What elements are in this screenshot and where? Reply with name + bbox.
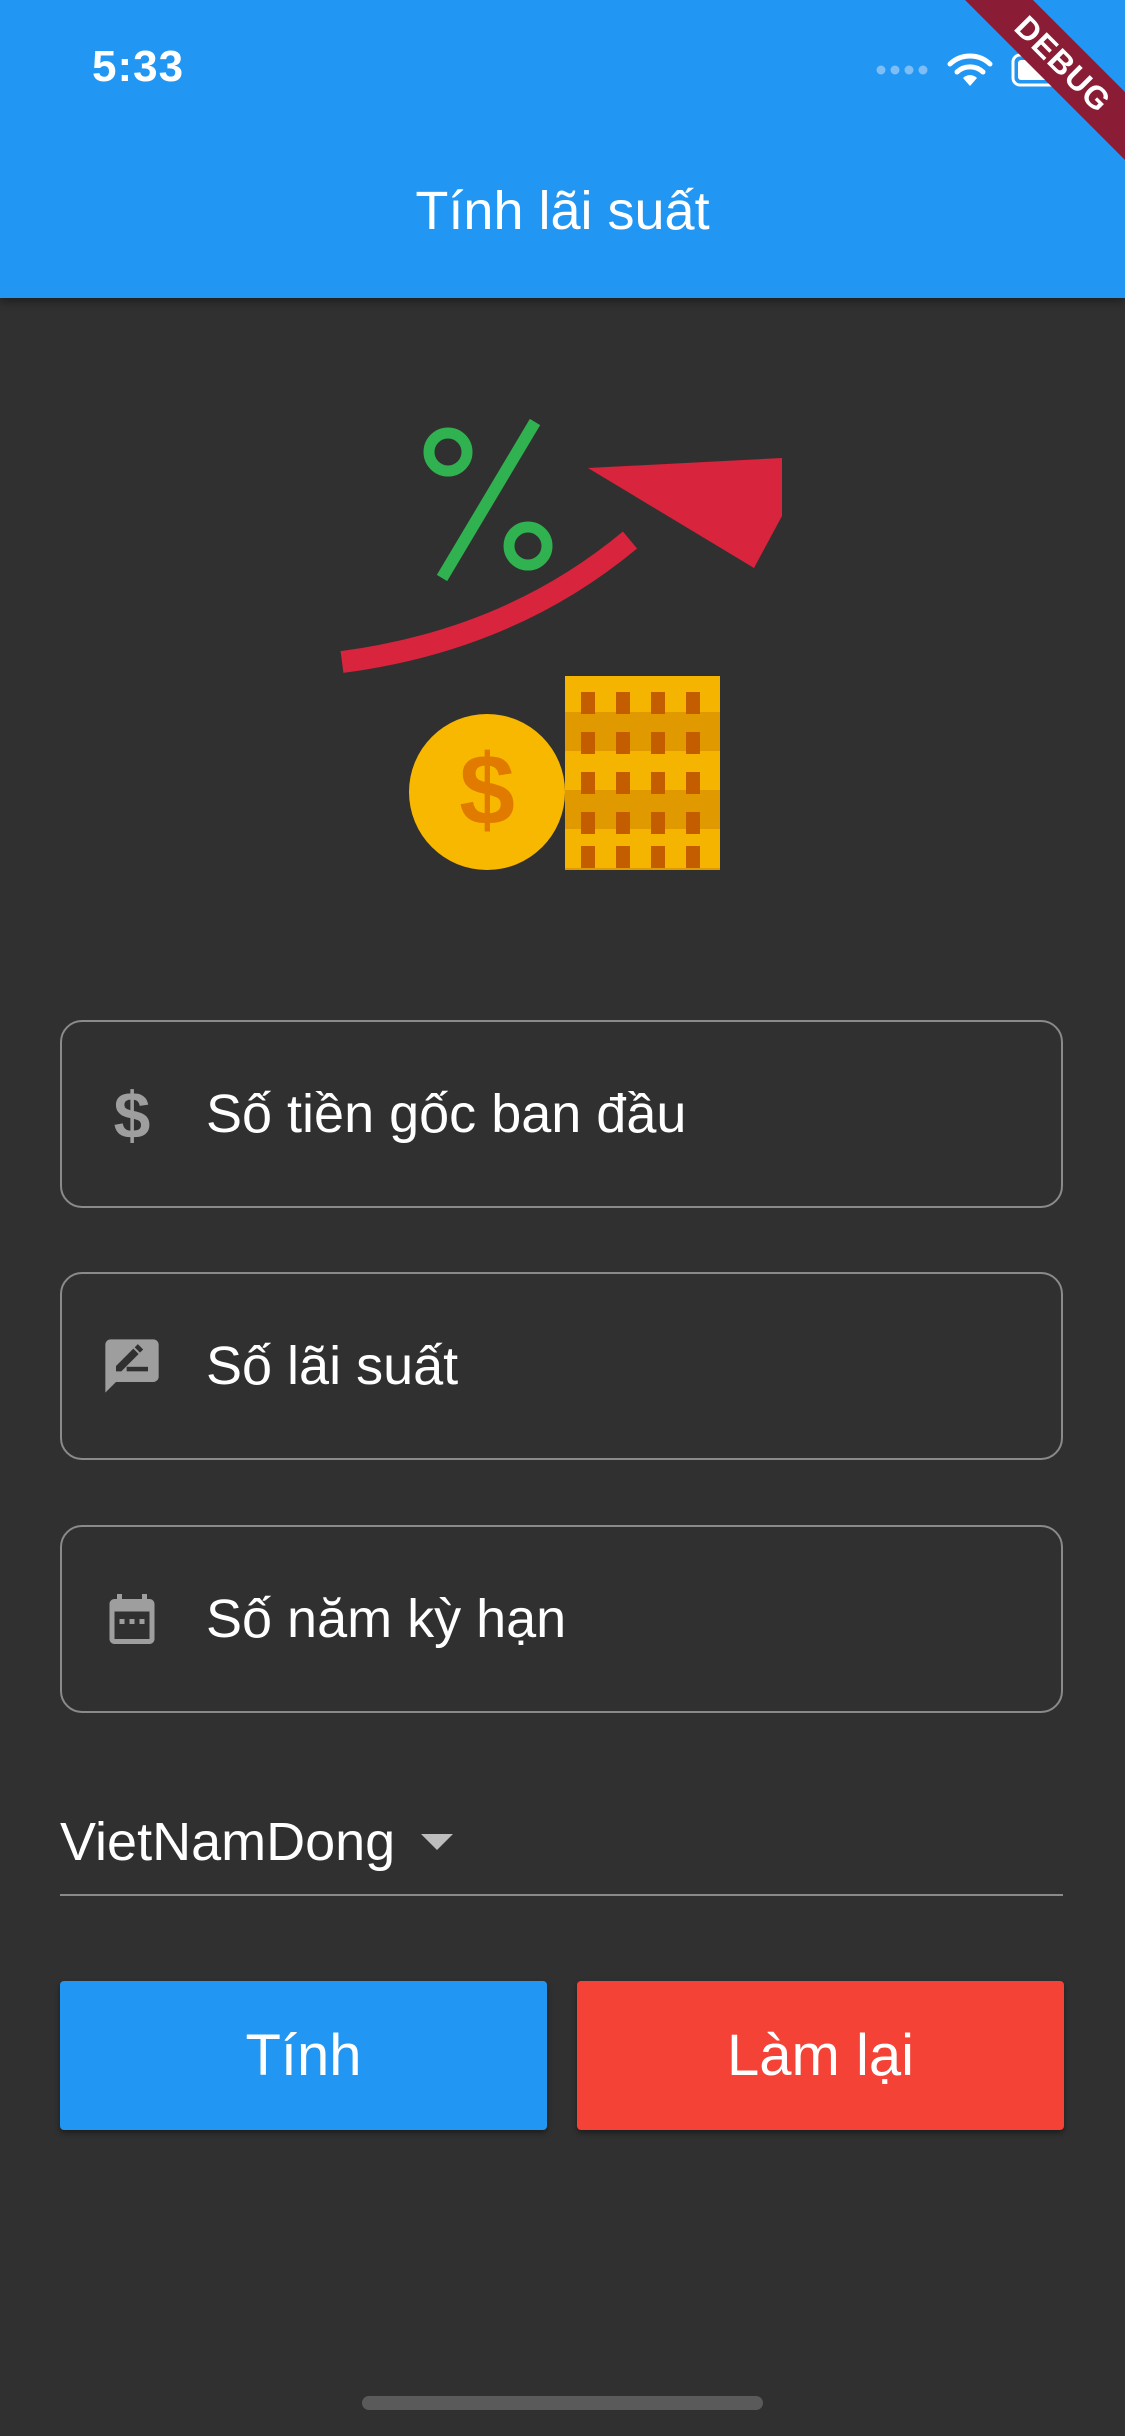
- currency-dropdown[interactable]: VietNamDong: [60, 1790, 1063, 1896]
- calendar-icon: [96, 1583, 168, 1655]
- reset-button[interactable]: Làm lại: [577, 1981, 1064, 2130]
- currency-selected: VietNamDong: [60, 1812, 396, 1872]
- svg-text:$: $: [114, 1078, 151, 1150]
- years-placeholder: Số năm kỳ hạn: [206, 1589, 567, 1649]
- debug-label: DEBUG: [939, 0, 1125, 188]
- growth-arrow-icon: [340, 458, 782, 673]
- principal-placeholder: Số tiền gốc ban đầu: [206, 1084, 687, 1144]
- debug-banner: DEBUG: [925, 0, 1125, 200]
- screen: 5:33 Tính lãi suất DEBUG $ $ Số tiền gốc…: [0, 0, 1125, 2436]
- dropdown-arrow-icon: [421, 1834, 454, 1850]
- calculate-button[interactable]: Tính: [60, 1981, 547, 2130]
- building-icon: [565, 676, 720, 870]
- status-time: 5:33: [92, 42, 185, 91]
- principal-field[interactable]: $ Số tiền gốc ban đầu: [60, 1020, 1063, 1208]
- svg-text:$: $: [459, 734, 515, 846]
- rate-placeholder: Số lãi suất: [206, 1336, 459, 1396]
- coin-icon: $: [409, 714, 565, 870]
- interest-illustration: $: [340, 418, 782, 870]
- percent-icon: [423, 418, 553, 582]
- years-field[interactable]: Số năm kỳ hạn: [60, 1525, 1063, 1713]
- home-indicator[interactable]: [362, 2396, 763, 2410]
- dollar-icon: $: [96, 1078, 168, 1150]
- rate-field[interactable]: Số lãi suất: [60, 1272, 1063, 1460]
- signal-icon: [876, 65, 928, 75]
- rate-edit-icon: [96, 1330, 168, 1402]
